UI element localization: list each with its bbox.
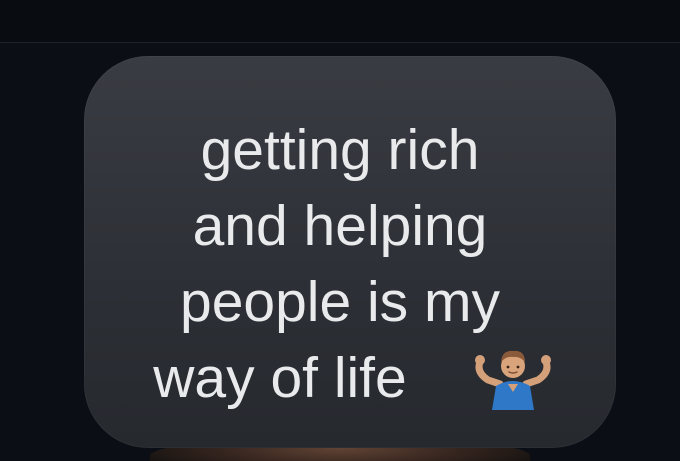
chat-screen: getting rich and helping people is my wa… xyxy=(0,0,680,461)
message-line: people is my xyxy=(180,270,500,334)
message-line: and helping xyxy=(192,194,488,258)
top-bar xyxy=(0,0,680,43)
message-line: getting rich xyxy=(200,118,480,182)
message-line-text: way of life xyxy=(153,346,407,410)
message-line: way of life xyxy=(0,340,680,416)
person-shrugging-icon xyxy=(475,350,551,410)
message-text: getting rich and helping people is my wa… xyxy=(0,112,680,416)
